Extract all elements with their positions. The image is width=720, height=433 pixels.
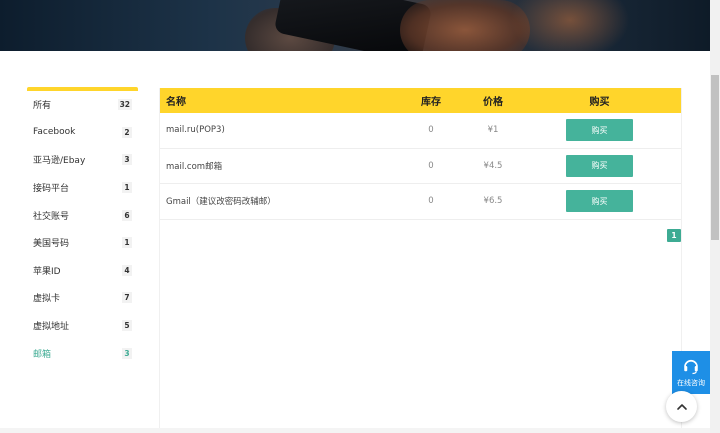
- chevron-up-icon: [676, 403, 687, 410]
- category-count-badge: 2: [122, 126, 132, 138]
- category-item-all[interactable]: 所有 32: [27, 91, 138, 119]
- category-label: 接码平台: [33, 184, 70, 195]
- category-count-badge: 32: [117, 99, 132, 111]
- product-price: ¥4.5: [483, 160, 503, 171]
- buy-button[interactable]: 购买: [566, 154, 633, 177]
- category-item-virtual-card[interactable]: 虚拟卡 7: [27, 284, 138, 312]
- category-item-sms-platform[interactable]: 接码平台 1: [27, 174, 138, 202]
- table-row: mail.ru(POP3) 0 ¥1 购买: [160, 113, 681, 149]
- header-price: 价格: [483, 97, 503, 108]
- category-label: 虚拟卡: [33, 294, 61, 305]
- product-price: ¥1: [487, 125, 499, 136]
- category-count-badge: 4: [122, 264, 132, 276]
- buy-button[interactable]: 购买: [566, 119, 633, 142]
- category-label: 社交账号: [33, 211, 70, 222]
- category-label: 美国号码: [33, 239, 70, 250]
- scrollbar-thumb[interactable]: [711, 75, 719, 240]
- buy-button[interactable]: 购买: [566, 190, 633, 213]
- category-count-badge: 7: [122, 292, 132, 304]
- category-item-amazon-ebay[interactable]: 亚马逊/Ebay 3: [27, 146, 138, 174]
- category-item-facebook[interactable]: Facebook 2: [27, 119, 138, 147]
- table-header: 名称 库存 价格 购买: [160, 88, 681, 113]
- back-to-top-button[interactable]: [666, 391, 697, 422]
- product-name[interactable]: mail.ru(POP3): [160, 125, 394, 135]
- product-stock: 0: [428, 160, 434, 171]
- page-scrollbar[interactable]: [710, 0, 720, 433]
- bottom-strip: [0, 428, 710, 433]
- product-table: 名称 库存 价格 购买 mail.ru(POP3) 0 ¥1 购买 mail.c…: [159, 88, 682, 433]
- category-count-badge: 6: [122, 209, 132, 221]
- category-count-badge: 3: [122, 154, 132, 166]
- category-count-badge: 5: [122, 320, 132, 332]
- category-label: Facebook: [33, 127, 76, 138]
- category-item-social-accounts[interactable]: 社交账号 6: [27, 201, 138, 229]
- category-label: 苹果ID: [33, 266, 61, 277]
- product-price: ¥6.5: [483, 196, 503, 207]
- category-item-us-numbers[interactable]: 美国号码 1: [27, 229, 138, 257]
- chat-label: 在线咨询: [677, 379, 705, 387]
- product-stock: 0: [428, 196, 434, 207]
- category-item-email[interactable]: 邮箱 3: [27, 339, 138, 367]
- product-name[interactable]: Gmail（建议改密码改辅邮）: [160, 195, 394, 207]
- category-label: 所有: [33, 101, 52, 112]
- header-buy: 购买: [589, 97, 610, 108]
- hero-image-glow: [510, 0, 630, 51]
- category-count-badge: 1: [122, 182, 132, 194]
- category-item-virtual-address[interactable]: 虚拟地址 5: [27, 312, 138, 340]
- product-stock: 0: [428, 125, 434, 136]
- table-row: mail.com邮箱 0 ¥4.5 购买: [160, 149, 681, 184]
- category-count-badge: 3: [122, 347, 132, 359]
- header-stock: 库存: [421, 97, 441, 108]
- category-label: 邮箱: [33, 349, 52, 360]
- header-name: 名称: [166, 97, 186, 108]
- category-item-apple-id[interactable]: 苹果ID 4: [27, 257, 138, 285]
- category-label: 虚拟地址: [33, 322, 70, 333]
- online-chat-widget[interactable]: 在线咨询: [672, 351, 710, 394]
- table-row: Gmail（建议改密码改辅邮） 0 ¥6.5 购买: [160, 184, 681, 220]
- category-label: 亚马逊/Ebay: [33, 156, 86, 167]
- hero-banner: [0, 0, 710, 51]
- category-sidebar: 所有 32 Facebook 2 亚马逊/Ebay 3 接码平台 1 社交账号 …: [27, 87, 138, 367]
- pagination-page-1[interactable]: 1: [667, 229, 681, 242]
- product-name[interactable]: mail.com邮箱: [160, 160, 394, 172]
- headset-icon: [684, 359, 698, 375]
- category-count-badge: 1: [122, 237, 132, 249]
